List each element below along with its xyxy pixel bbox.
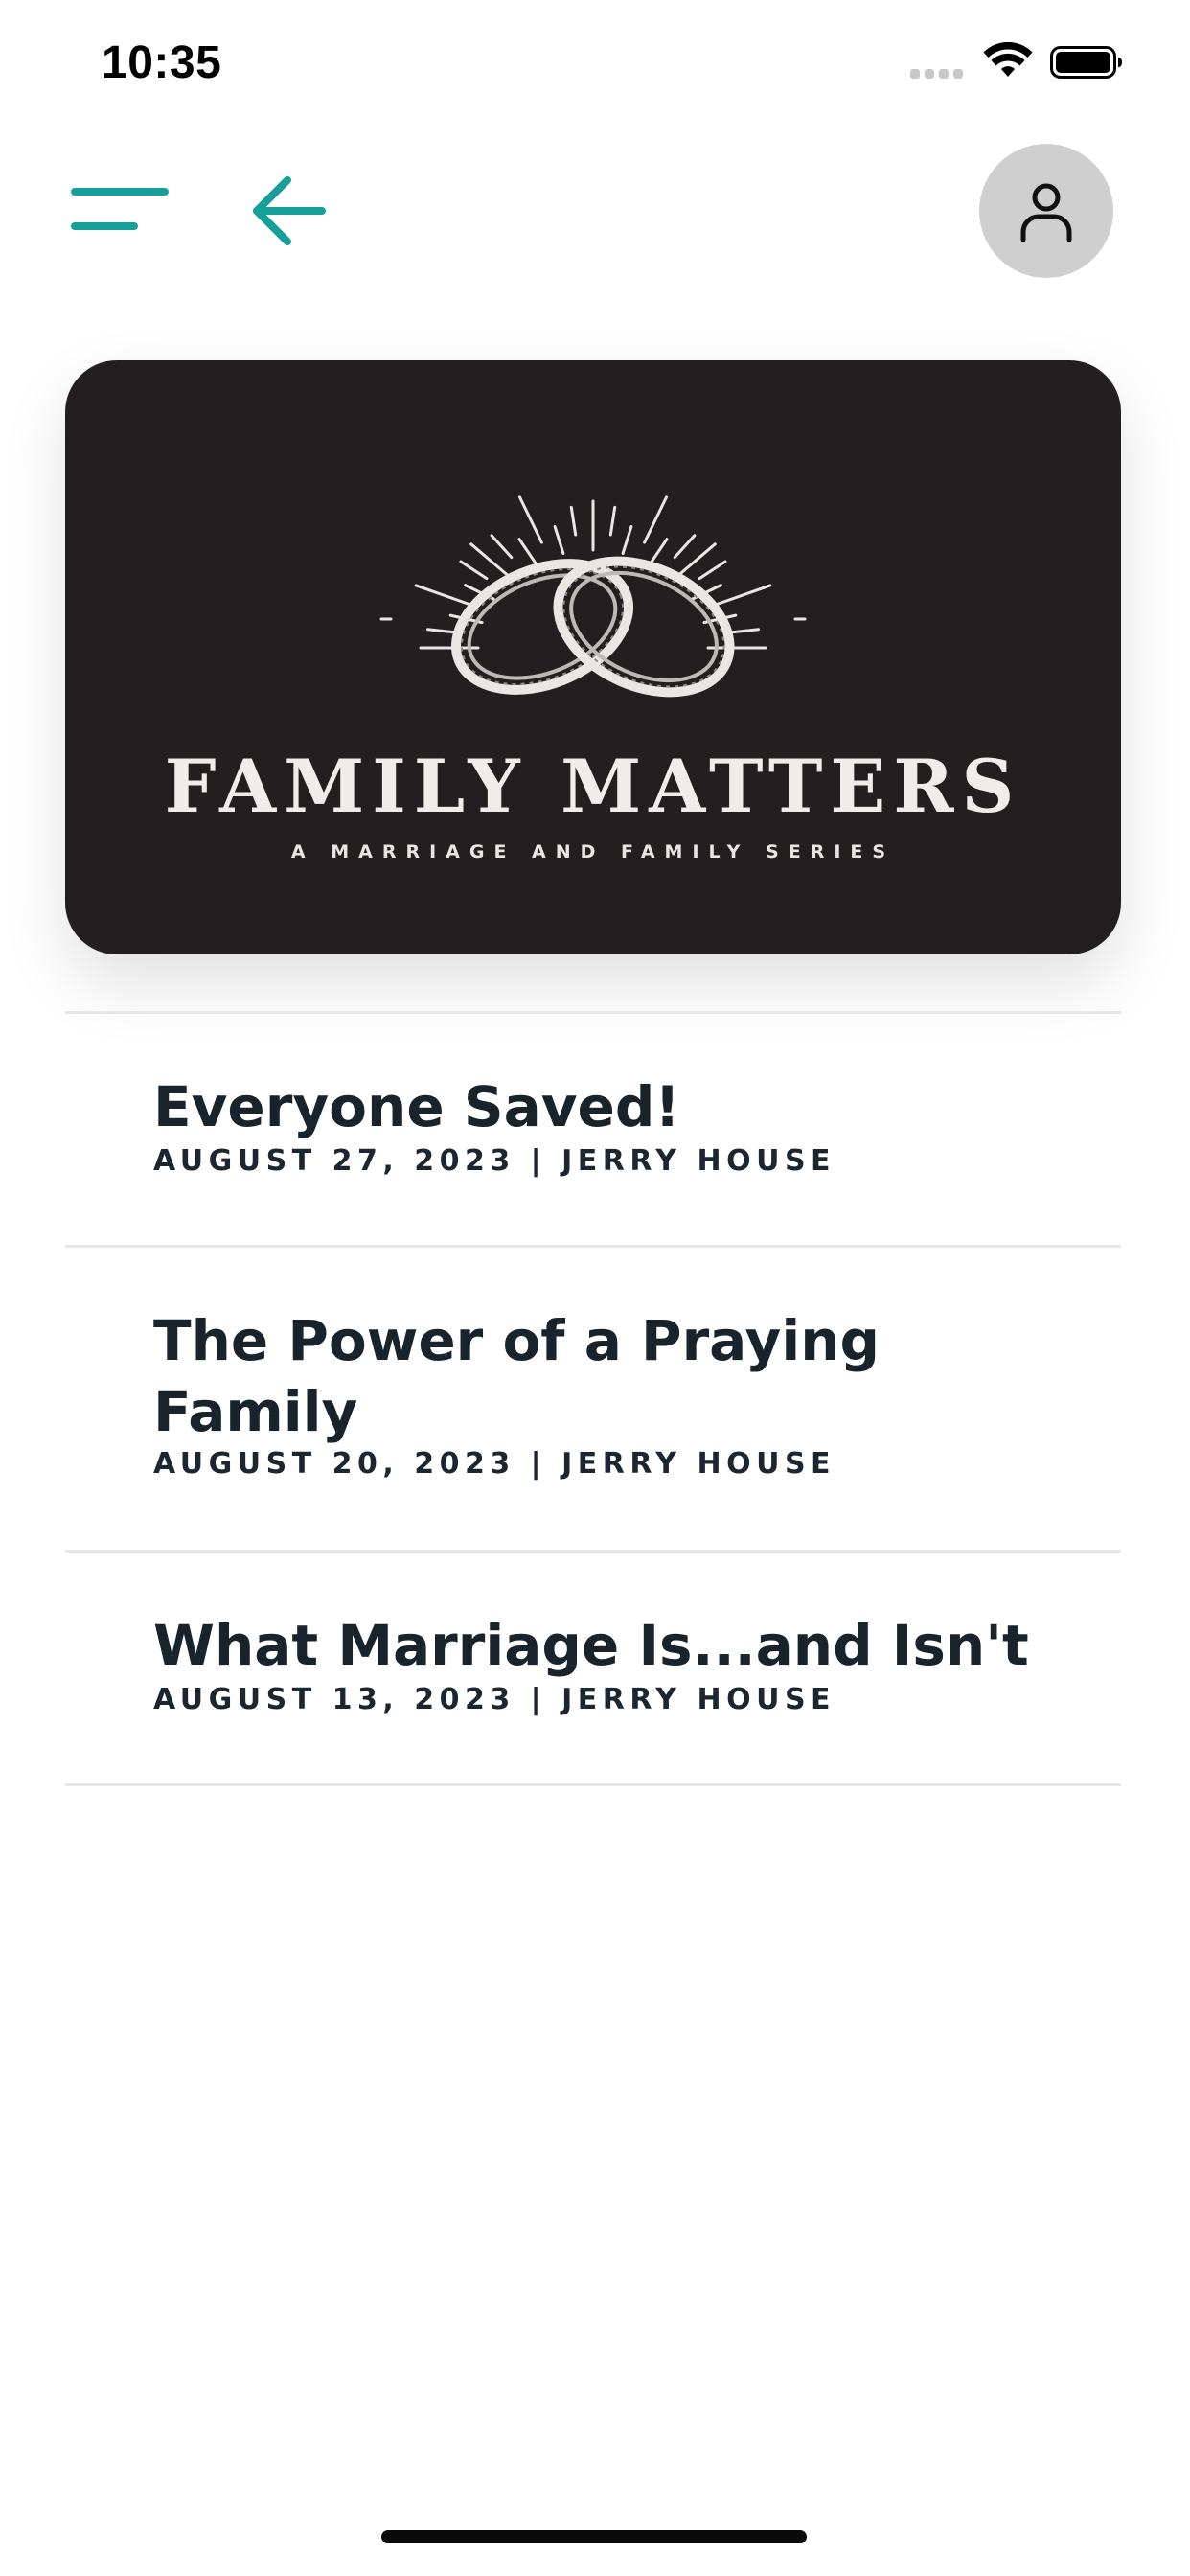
arrow-left-icon — [253, 176, 326, 245]
sermon-list-item[interactable]: The Power of a Praying Family AUGUST 20,… — [65, 1248, 1121, 1550]
status-time: 10:35 — [102, 37, 222, 88]
battery-icon — [1050, 46, 1122, 79]
sermon-title: Everyone Saved! — [153, 1074, 680, 1139]
sermon-meta: AUGUST 13, 2023 | JERRY HOUSE — [153, 1683, 836, 1716]
user-icon — [1020, 183, 1072, 242]
series-title: FAMILY MATTERS — [164, 744, 1022, 829]
list-divider — [65, 1783, 1121, 1786]
series-subtitle: A MARRIAGE AND FAMILY SERIES — [290, 841, 896, 862]
sermon-meta: AUGUST 27, 2023 | JERRY HOUSE — [153, 1144, 836, 1178]
menu-button[interactable] — [69, 182, 174, 240]
profile-button[interactable] — [979, 144, 1113, 278]
menu-icon — [71, 188, 169, 230]
cellular-signal-icon — [910, 69, 963, 79]
sermon-list-item[interactable]: Everyone Saved! AUGUST 27, 2023 | JERRY … — [65, 1014, 1121, 1245]
sermon-title: The Power of a Praying Family — [153, 1308, 881, 1444]
sermon-list-item[interactable]: What Marriage Is...and Isn't AUGUST 13, … — [65, 1552, 1121, 1783]
sermon-meta: AUGUST 20, 2023 | JERRY HOUSE — [153, 1447, 836, 1481]
back-button[interactable] — [247, 172, 330, 249]
series-banner: FAMILY MATTERS A MARRIAGE AND FAMILY SER… — [65, 360, 1121, 954]
wifi-icon — [983, 42, 1033, 77]
status-bar: 10:35 — [0, 0, 1190, 134]
wedding-rings-icon — [379, 495, 807, 698]
sermon-title: What Marriage Is...and Isn't — [153, 1613, 1029, 1678]
home-indicator[interactable] — [381, 2530, 807, 2543]
